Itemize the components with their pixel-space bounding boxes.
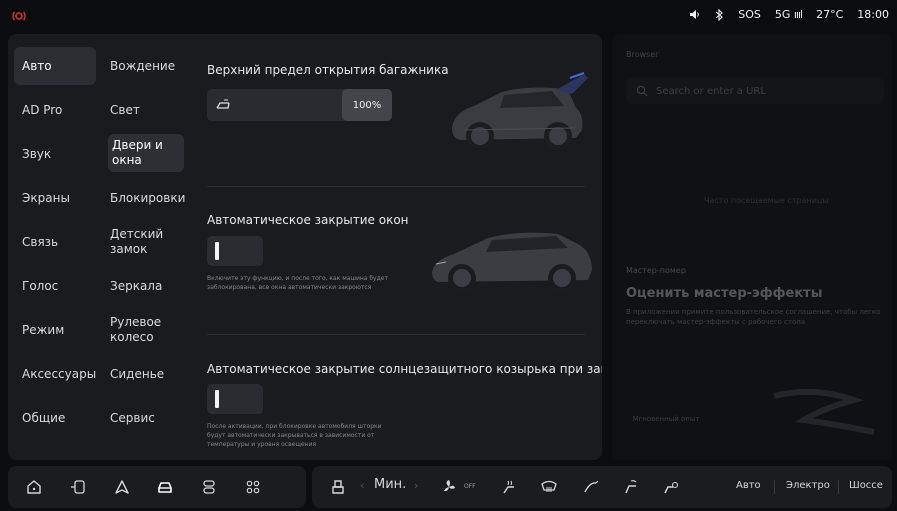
navigation-icon[interactable] [113, 478, 131, 496]
home-icon[interactable] [25, 478, 43, 496]
phone-mirror-icon[interactable] [69, 478, 87, 496]
drive-mode-electric[interactable]: Электро [786, 480, 830, 491]
status-bar: SOS 5G ıııl 27°C 18:00 [0, 0, 897, 32]
steering-heating-icon[interactable] [582, 478, 600, 496]
seat-ventilation-icon[interactable] [622, 478, 640, 496]
browser-label: Browser [626, 50, 659, 59]
dock-climate: ‹ Мин. › OFF Авто Электро Шоссе [312, 466, 892, 508]
drive-mode-highway[interactable]: Шоссе [849, 480, 883, 491]
dock-divider [838, 480, 839, 494]
subnav-item-steering-wheel[interactable]: Рулевое колесо [108, 311, 184, 349]
auto-close-sunshade-description: После активации, при блокировке автомоби… [207, 423, 382, 448]
fan-icon[interactable] [440, 478, 464, 496]
temperature: 27°C [816, 8, 844, 21]
nav-item-connection[interactable]: Связь [14, 223, 96, 261]
nav-item-screens[interactable]: Экраны [14, 179, 96, 217]
master-wizard-title[interactable]: Оценить мастер-эффекты [626, 286, 822, 301]
side-widgets-pane: Browser Search or enter a URL Часто посе… [612, 34, 892, 460]
subnav-item-locks[interactable]: Блокировки [108, 179, 185, 217]
subnav-item-lights[interactable]: Свет [108, 91, 184, 129]
subnav-item-service[interactable]: Сервис [108, 399, 184, 437]
climate-mode-value: Мин. [374, 477, 407, 492]
trunk-icon [216, 99, 230, 109]
search-icon [636, 85, 648, 97]
dock-divider [774, 480, 775, 494]
seat-heating-icon[interactable] [500, 478, 518, 496]
drive-mode-auto[interactable]: Авто [736, 480, 761, 491]
seat-massage-icon[interactable] [662, 478, 680, 496]
subnav-item-doors-windows[interactable]: Двери и окна [108, 134, 184, 172]
browser-search-input[interactable]: Search or enter a URL [626, 78, 884, 104]
nav-item-mode[interactable]: Режим [14, 311, 96, 349]
master-wizard-description: В приложении примите пользовательское со… [626, 308, 881, 326]
driver-seat-icon[interactable] [329, 478, 347, 496]
browser-frequent-hint: Часто посещаемые страницы [704, 196, 829, 205]
rear-defrost-icon[interactable] [540, 478, 558, 496]
auto-close-sunshade-title: Автоматическое закрытие солнцезащитного … [207, 362, 602, 376]
car-settings-icon[interactable] [156, 478, 174, 496]
auto-close-windows-description: Включите эту функцию, и после того, как … [207, 275, 388, 291]
temp-increase-icon[interactable]: › [414, 479, 418, 492]
subnav-item-mirrors[interactable]: Зеркала [108, 267, 184, 305]
nav-item-general[interactable]: Общие [14, 399, 96, 437]
auto-close-windows-toggle[interactable] [207, 236, 263, 266]
toggle-knob [215, 242, 219, 260]
alert-icon [12, 11, 26, 21]
settings-panel: Авто AD Pro Звук Экраны Связь Голос Режи… [8, 34, 602, 460]
primary-nav: Авто AD Pro Звук Экраны Связь Голос Режи… [8, 34, 103, 460]
car-trunk-open-image [452, 72, 588, 150]
nav-item-ad-pro[interactable]: AD Pro [14, 91, 96, 129]
trunk-limit-value[interactable]: 100% [342, 89, 392, 121]
dock-apps [8, 466, 306, 508]
volume-icon[interactable] [689, 9, 701, 20]
trunk-limit-title: Верхний предел открытия багажника [207, 63, 449, 77]
car-side-image [432, 232, 592, 292]
nav-item-voice[interactable]: Голос [14, 267, 96, 305]
settings-content: Верхний предел открытия багажника 100% А… [200, 34, 602, 460]
toggle-knob [215, 390, 219, 408]
sos-indicator[interactable]: SOS [738, 8, 761, 21]
temp-decrease-icon[interactable]: ‹ [360, 479, 364, 492]
auto-close-sunshade-toggle[interactable] [207, 384, 263, 414]
subnav-item-seat[interactable]: Сиденье [108, 355, 184, 393]
clock: 18:00 [857, 8, 889, 21]
section-divider [207, 334, 585, 335]
instant-experience-button[interactable]: Мгновенный опыт [626, 414, 706, 424]
master-wizard-label: Мастер-помер [626, 266, 686, 275]
nav-item-sound[interactable]: Звук [14, 135, 96, 173]
seat-settings-icon[interactable] [200, 478, 218, 496]
section-divider [207, 186, 585, 187]
auto-close-windows-title: Автоматическое закрытие окон [207, 213, 409, 227]
secondary-nav: Вождение Свет Двери и окна Блокировки Де… [108, 34, 190, 460]
nav-item-accessories[interactable]: Аксессуары [14, 355, 96, 393]
apps-grid-icon[interactable] [244, 478, 262, 496]
wizard-illustration [773, 388, 875, 435]
trunk-limit-slider[interactable]: 100% [207, 89, 392, 121]
subnav-item-child-lock[interactable]: Детский замок [108, 223, 184, 261]
subnav-item-driving[interactable]: Вождение [108, 47, 184, 85]
bluetooth-icon[interactable] [715, 8, 724, 21]
fan-speed-label: OFF [464, 483, 476, 490]
nav-item-auto[interactable]: Авто [14, 47, 96, 85]
network-indicator: 5G ıııl [774, 8, 803, 21]
